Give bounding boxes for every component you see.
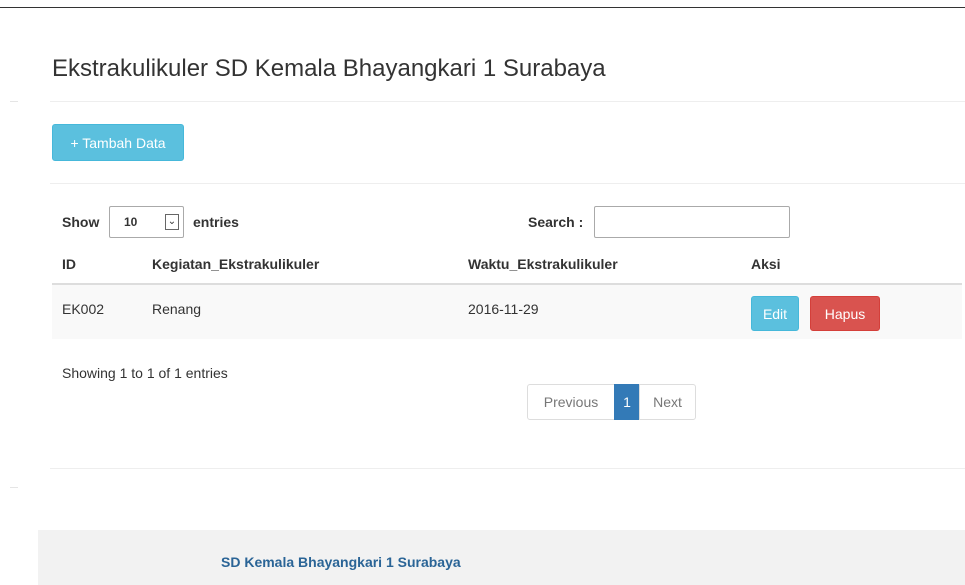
edit-button[interactable]: Edit [751,296,799,331]
column-header-id[interactable]: ID [62,256,76,272]
divider [50,468,965,469]
column-header-waktu[interactable]: Waktu_Ekstrakulikuler [468,256,618,272]
page-1-button[interactable]: 1 [614,384,640,420]
cell-waktu: 2016-11-29 [468,301,539,317]
show-label: Show [62,214,100,230]
next-page-button[interactable]: Next [639,384,696,420]
cell-id: EK002 [62,301,105,317]
search-label: Search : [528,214,584,230]
entries-select[interactable]: 10 ⌄ [109,206,184,238]
footer-link[interactable]: SD Kemala Bhayangkari 1 Surabaya [221,554,461,570]
side-divider [10,487,18,488]
entries-label: entries [193,214,239,230]
divider [50,101,965,102]
cell-kegiatan: Renang [152,301,202,317]
divider [50,183,965,184]
column-header-aksi: Aksi [751,256,781,272]
delete-button[interactable]: Hapus [810,296,880,331]
table-info: Showing 1 to 1 of 1 entries [62,365,228,381]
search-input[interactable] [594,206,790,238]
previous-page-button[interactable]: Previous [527,384,615,420]
entries-value: 10 [124,215,138,229]
add-data-button[interactable]: + Tambah Data [52,124,184,161]
chevron-down-icon: ⌄ [165,214,179,230]
top-border [0,7,965,8]
page-title: Ekstrakulikuler SD Kemala Bhayangkari 1 … [52,55,606,82]
pagination: Previous 1 Next [527,384,696,420]
side-divider [10,101,18,102]
column-header-kegiatan[interactable]: Kegiatan_Ekstrakulikuler [152,256,319,272]
footer: SD Kemala Bhayangkari 1 Surabaya [38,530,965,585]
